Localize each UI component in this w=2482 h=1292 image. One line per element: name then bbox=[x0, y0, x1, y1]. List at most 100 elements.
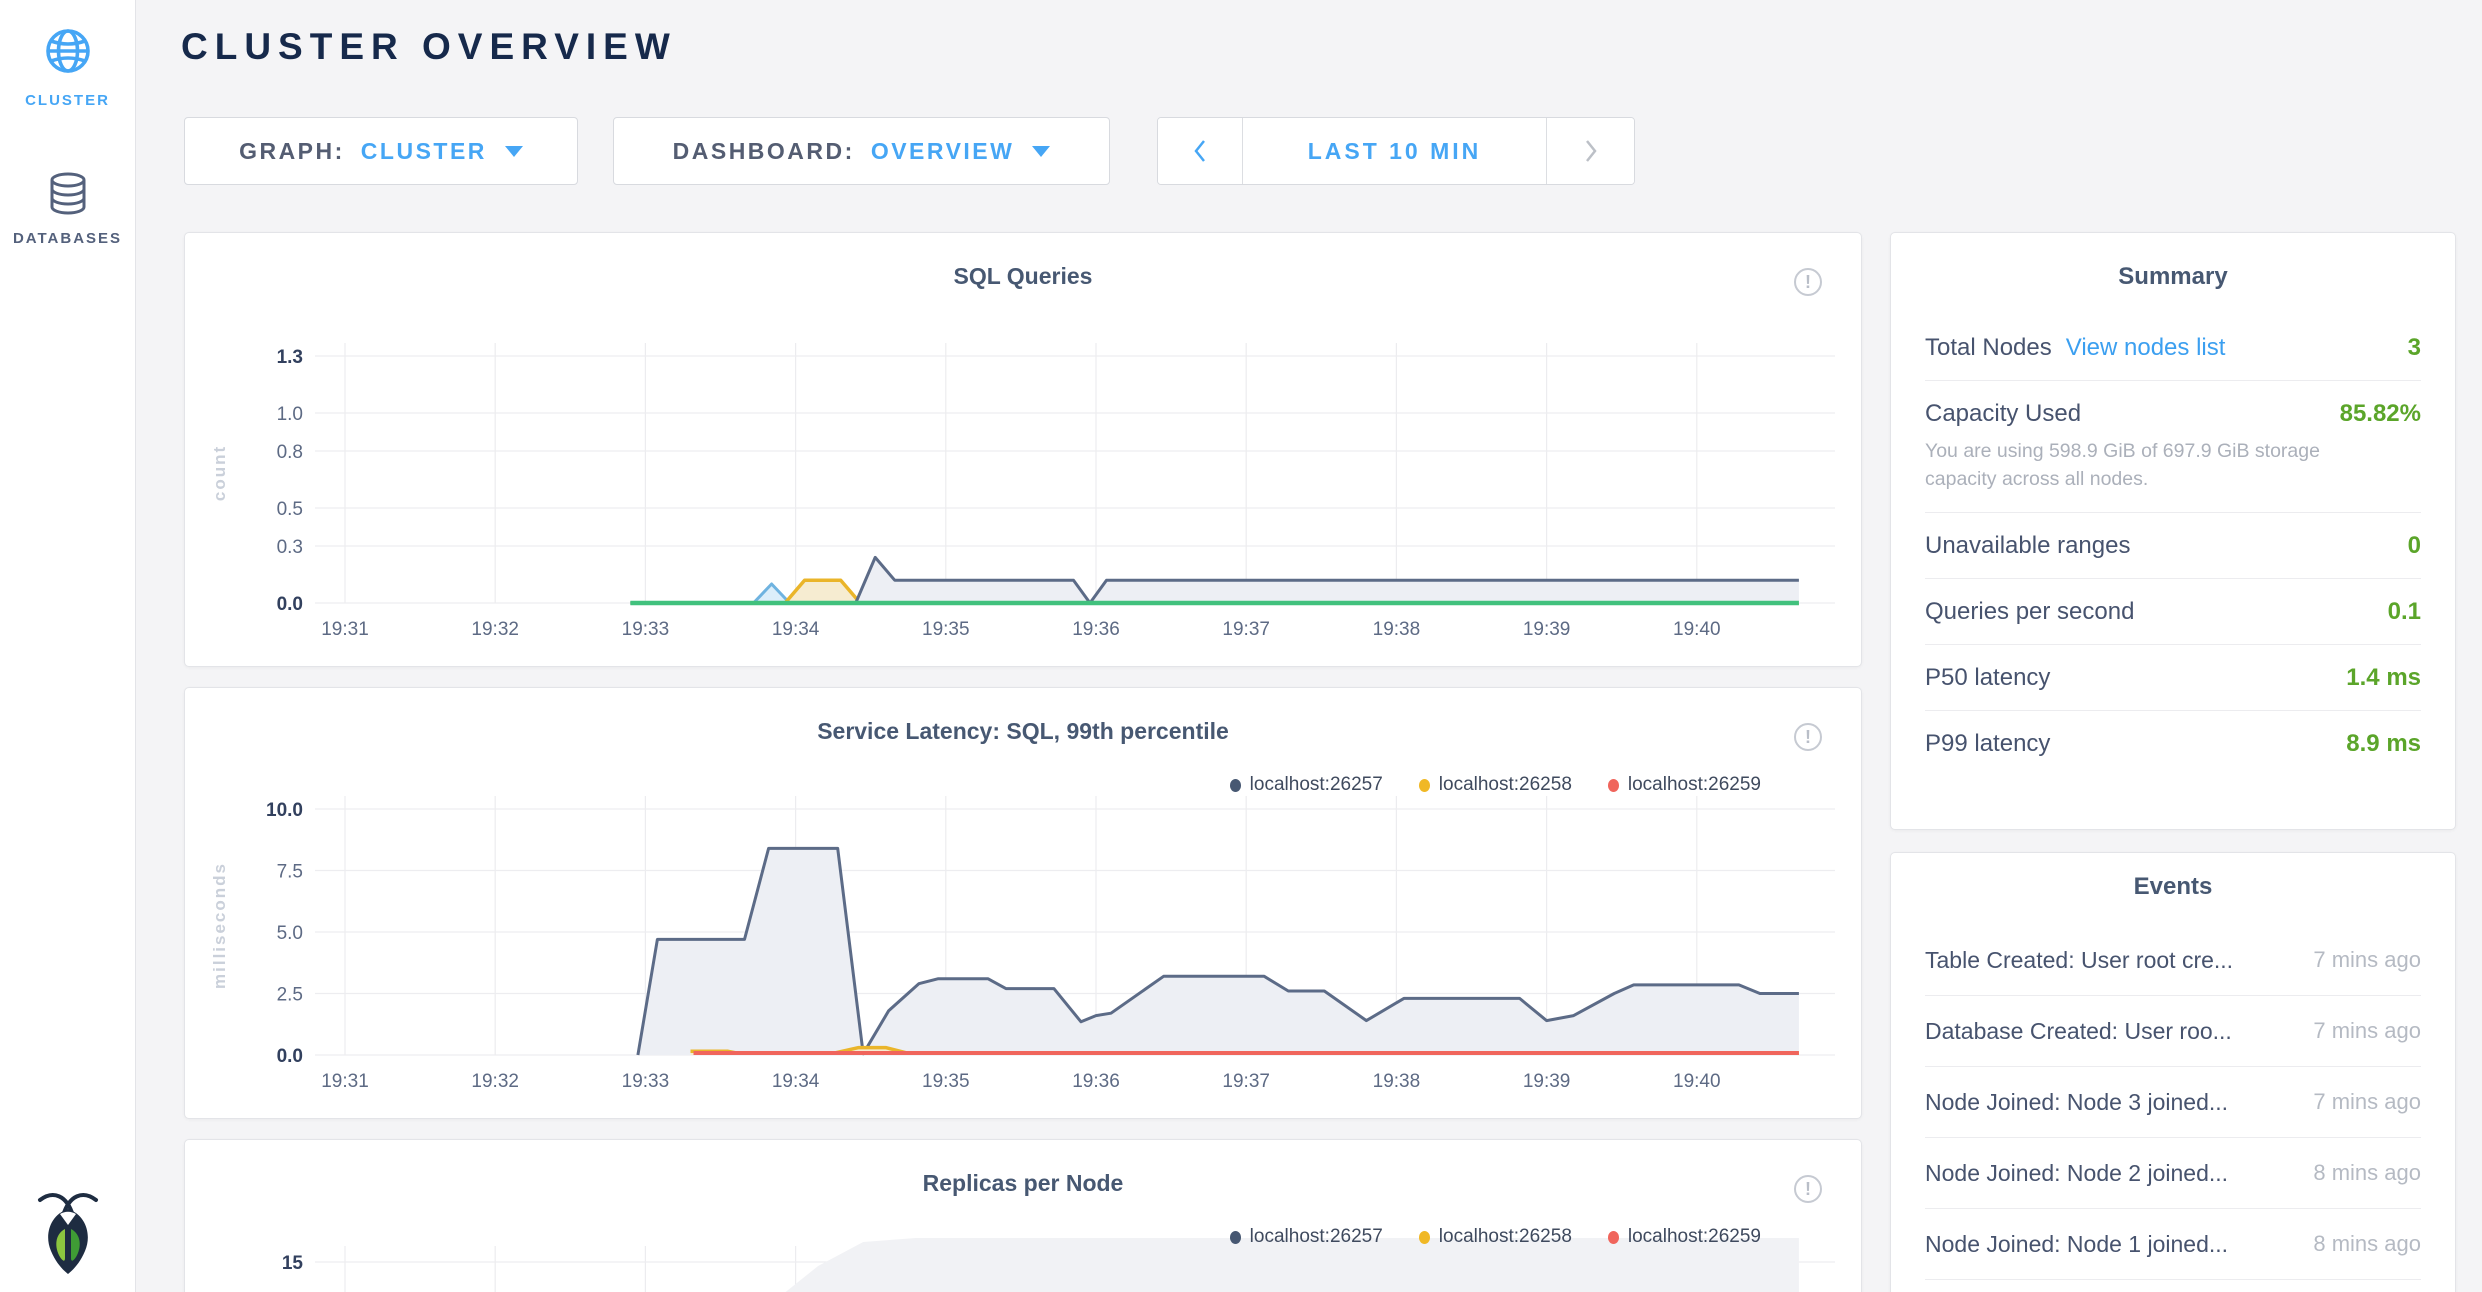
legend-label: localhost:26257 bbox=[1250, 1226, 1383, 1248]
database-icon bbox=[45, 172, 91, 218]
svg-text:5.0: 5.0 bbox=[277, 923, 303, 944]
legend-dot-icon bbox=[1608, 779, 1619, 792]
event-text: Node Joined: Node 3 joined... bbox=[1925, 1089, 2228, 1116]
svg-text:milliseconds: milliseconds bbox=[210, 862, 229, 989]
globe-icon bbox=[39, 22, 97, 80]
svg-text:10.0: 10.0 bbox=[266, 800, 303, 821]
time-forward-button[interactable] bbox=[1546, 118, 1634, 184]
summary-row: P99 latency 8.9 ms bbox=[1925, 711, 2421, 776]
summary-row-label: P99 latency bbox=[1925, 730, 2050, 758]
summary-row-value: 8.9 ms bbox=[2346, 730, 2421, 758]
time-range-label[interactable]: LAST 10 MIN bbox=[1243, 118, 1546, 184]
event-time: 7 mins ago bbox=[2293, 947, 2421, 973]
summary-row: Total NodesView nodes list3 bbox=[1925, 315, 2421, 381]
event-time: 8 mins ago bbox=[2293, 1160, 2421, 1186]
legend-item[interactable]: localhost:26258 bbox=[1419, 774, 1572, 796]
svg-text:19:40: 19:40 bbox=[1673, 619, 1721, 640]
sidebar-item-label: CLUSTER bbox=[25, 92, 110, 109]
replicas-per-node-chart[interactable]: 151019:3119:3219:3319:3419:3519:3619:371… bbox=[185, 1140, 1862, 1292]
cockroachdb-logo[interactable] bbox=[37, 1189, 99, 1280]
svg-text:count: count bbox=[210, 445, 229, 501]
legend-item[interactable]: localhost:26259 bbox=[1608, 1226, 1761, 1248]
summary-title: Summary bbox=[1891, 263, 2455, 291]
summary-row: Capacity Used85.82%You are using 598.9 G… bbox=[1925, 381, 2421, 513]
legend-item[interactable]: localhost:26258 bbox=[1419, 1226, 1572, 1248]
time-back-button[interactable] bbox=[1158, 118, 1243, 184]
event-text: Database Created: User roo... bbox=[1925, 1018, 2232, 1045]
legend-item[interactable]: localhost:26257 bbox=[1230, 1226, 1383, 1248]
summary-row-label: Total Nodes bbox=[1925, 334, 2052, 362]
event-row[interactable]: Database Created: User roo... 7 mins ago bbox=[1925, 996, 2421, 1067]
sidebar-item-cluster[interactable]: CLUSTER bbox=[0, 22, 135, 110]
time-range-selector: LAST 10 MIN bbox=[1157, 117, 1635, 185]
summary-row-label: Capacity Used bbox=[1925, 400, 2081, 428]
svg-text:19:36: 19:36 bbox=[1072, 619, 1120, 640]
event-time: 7 mins ago bbox=[2293, 1089, 2421, 1115]
svg-text:19:35: 19:35 bbox=[922, 1071, 970, 1092]
info-icon[interactable]: ! bbox=[1793, 267, 1823, 297]
sidebar-item-databases[interactable]: DATABASES bbox=[0, 172, 135, 248]
legend-item[interactable]: localhost:26259 bbox=[1608, 774, 1761, 796]
graph-dropdown[interactable]: GRAPH: CLUSTER bbox=[184, 117, 578, 185]
svg-text:7.5: 7.5 bbox=[277, 862, 303, 883]
summary-row-label: P50 latency bbox=[1925, 664, 2050, 692]
dashboard-dropdown[interactable]: DASHBOARD: OVERVIEW bbox=[613, 117, 1110, 185]
sql-queries-chart[interactable]: 0.00.30.50.81.01.319:3119:3219:3319:3419… bbox=[185, 233, 1862, 667]
svg-text:15: 15 bbox=[282, 1253, 304, 1274]
svg-text:19:35: 19:35 bbox=[922, 619, 970, 640]
svg-text:19:31: 19:31 bbox=[321, 619, 369, 640]
event-time: 7 mins ago bbox=[2293, 1018, 2421, 1044]
svg-text:19:36: 19:36 bbox=[1072, 1071, 1120, 1092]
legend-item[interactable]: localhost:26257 bbox=[1230, 774, 1383, 796]
svg-text:!: ! bbox=[1805, 272, 1811, 292]
svg-text:19:32: 19:32 bbox=[471, 1071, 519, 1092]
event-row[interactable]: Node Joined: Node 2 joined... 8 mins ago bbox=[1925, 1138, 2421, 1209]
svg-text:19:37: 19:37 bbox=[1222, 619, 1270, 640]
svg-text:19:38: 19:38 bbox=[1373, 619, 1421, 640]
chevron-right-icon bbox=[1583, 138, 1599, 164]
svg-text:0.3: 0.3 bbox=[277, 537, 303, 558]
summary-rows: Total NodesView nodes list3Capacity Used… bbox=[1891, 315, 2455, 776]
view-nodes-list-link[interactable]: View nodes list bbox=[2066, 334, 2226, 362]
legend-label: localhost:26259 bbox=[1628, 1226, 1761, 1248]
svg-text:19:39: 19:39 bbox=[1523, 1071, 1571, 1092]
summary-row: P50 latency1.4 ms bbox=[1925, 645, 2421, 711]
info-icon[interactable]: ! bbox=[1793, 722, 1823, 752]
svg-text:19:34: 19:34 bbox=[772, 619, 820, 640]
legend-dot-icon bbox=[1608, 1231, 1619, 1244]
svg-text:19:39: 19:39 bbox=[1523, 619, 1571, 640]
graph-dropdown-label: GRAPH: bbox=[239, 138, 345, 165]
chart-title: Service Latency: SQL, 99th percentile bbox=[185, 718, 1861, 745]
events-title: Events bbox=[1891, 873, 2455, 901]
summary-row-value: 0 bbox=[2408, 532, 2421, 560]
event-row[interactable]: Node Joined: Node 3 joined... 7 mins ago bbox=[1925, 1067, 2421, 1138]
summary-row-value: 0.1 bbox=[2388, 598, 2421, 626]
chart-panel-service-latency: 0.02.55.07.510.019:3119:3219:3319:3419:3… bbox=[184, 687, 1862, 1119]
summary-row: Unavailable ranges 0 bbox=[1925, 513, 2421, 579]
svg-text:0.0: 0.0 bbox=[277, 594, 303, 615]
event-row[interactable]: Node Joined: Node 1 joined...8 mins ago bbox=[1925, 1209, 2421, 1280]
dashboard-dropdown-value: OVERVIEW bbox=[871, 138, 1015, 165]
summary-row-label: Queries per second bbox=[1925, 598, 2134, 626]
event-text: Node Joined: Node 2 joined... bbox=[1925, 1160, 2228, 1187]
service-latency-chart[interactable]: 0.02.55.07.510.019:3119:3219:3319:3419:3… bbox=[185, 688, 1862, 1119]
svg-text:!: ! bbox=[1805, 1179, 1811, 1199]
event-row[interactable]: Table Created: User root cre... 7 mins ag… bbox=[1925, 925, 2421, 996]
svg-text:19:34: 19:34 bbox=[772, 1071, 820, 1092]
events-rows: Table Created: User root cre... 7 mins ag… bbox=[1891, 925, 2455, 1280]
svg-text:2.5: 2.5 bbox=[277, 985, 303, 1006]
summary-row-label: Unavailable ranges bbox=[1925, 532, 2130, 560]
legend-label: localhost:26258 bbox=[1439, 1226, 1572, 1248]
events-panel: Events Table Created: User root cre... 7 … bbox=[1890, 852, 2456, 1292]
info-icon[interactable]: ! bbox=[1793, 1174, 1823, 1204]
cockroach-icon bbox=[37, 1189, 99, 1275]
chart-title: SQL Queries bbox=[185, 263, 1861, 290]
svg-text:19:32: 19:32 bbox=[471, 619, 519, 640]
event-text: Table Created: User root cre... bbox=[1925, 947, 2233, 974]
chart-title: Replicas per Node bbox=[185, 1170, 1861, 1197]
dashboard-dropdown-label: DASHBOARD: bbox=[673, 138, 855, 165]
chart-legend: localhost:26257 localhost:26258 localhost:… bbox=[1230, 774, 1761, 796]
legend-label: localhost:26257 bbox=[1250, 774, 1383, 796]
chevron-down-icon bbox=[505, 146, 523, 157]
chevron-left-icon bbox=[1192, 138, 1208, 164]
